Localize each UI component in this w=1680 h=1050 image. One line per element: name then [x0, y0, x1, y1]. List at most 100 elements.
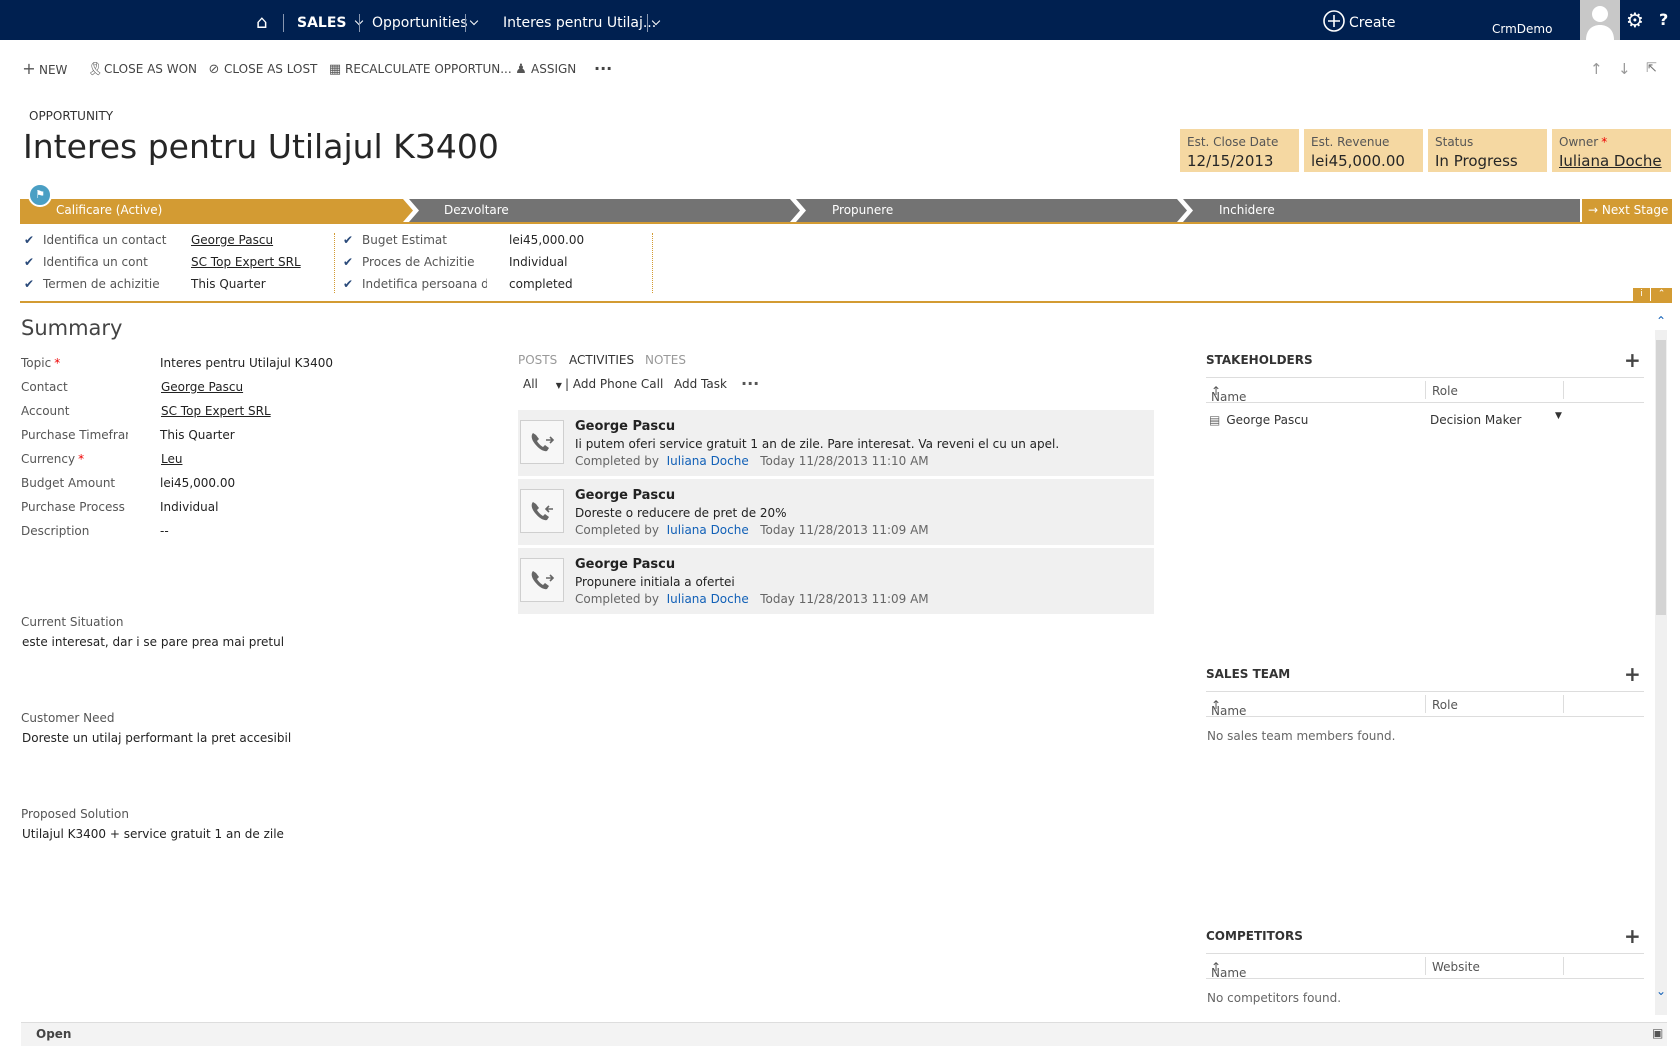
arrow-up-icon[interactable]: ↑ — [1590, 60, 1603, 78]
field-label-proposed-solution: Proposed Solution — [21, 807, 129, 821]
nav-entity-chevron[interactable] — [469, 0, 479, 40]
close-as-lost-button[interactable]: ⊘ CLOSE AS LOST — [207, 60, 318, 78]
nav-entity-opportunities[interactable]: Opportunities — [372, 0, 468, 40]
field-description[interactable]: -- — [160, 524, 169, 538]
activity-owner-link[interactable]: Iuliana Doche — [667, 454, 749, 468]
column-divider — [1425, 957, 1426, 975]
more-activity-actions-icon[interactable]: ··· — [741, 374, 759, 393]
arrow-down-icon[interactable]: ↓ — [1618, 60, 1631, 78]
column-header-name[interactable]: Name ↑ — [1211, 698, 1246, 718]
process-step[interactable]: ✔ Identifica un contact George Pascu — [24, 229, 273, 251]
activity-owner-link[interactable]: Iuliana Doche — [667, 592, 749, 606]
stakeholder-row[interactable]: ▤ George Pascu — [1209, 413, 1308, 427]
expand-icon[interactable]: ⇱ — [1646, 60, 1657, 78]
scrollbar-thumb[interactable] — [1656, 340, 1666, 615]
header-tile-owner[interactable]: Owner * Iuliana Doche — [1552, 129, 1671, 172]
process-step[interactable]: ✔ Indetifica persoana de completed — [343, 273, 573, 295]
process-stage-bar — [20, 199, 1580, 222]
info-icon[interactable]: i — [1633, 288, 1650, 301]
assign-button[interactable]: ♟ ASSIGN — [514, 60, 576, 78]
collapse-icon[interactable]: ⌃ — [1651, 288, 1672, 301]
field-purchase-process[interactable]: Individual — [160, 500, 218, 514]
activity-item[interactable]: George Pascu Propunere initiala a oferte… — [518, 548, 1154, 614]
add-sales-team-icon[interactable]: + — [1624, 664, 1641, 684]
home-icon[interactable]: ⌂ — [256, 0, 267, 40]
activity-description: Ii putem oferi service gratuit 1 an de z… — [575, 437, 1060, 451]
field-currency[interactable]: Leu — [161, 452, 182, 466]
field-topic[interactable]: Interes pentru Utilajul K3400 — [160, 356, 333, 370]
tile-value-link[interactable]: Iuliana Doche — [1559, 152, 1664, 170]
activity-filter[interactable]: All ▼ — [523, 377, 562, 391]
step-value[interactable]: lei45,000.00 — [509, 229, 584, 251]
gear-icon[interactable]: ⚙ — [1626, 0, 1644, 40]
header-tile-status[interactable]: Status In Progress — [1428, 129, 1547, 172]
activity-item[interactable]: George Pascu Ii putem oferi service grat… — [518, 410, 1154, 476]
caret-down-icon[interactable]: ▼ — [1555, 411, 1562, 421]
avatar[interactable] — [1580, 0, 1620, 40]
step-value[interactable]: Individual — [509, 251, 567, 273]
column-header-name[interactable]: Name ↑ — [1211, 960, 1246, 980]
add-task-link[interactable]: Add Task — [674, 377, 727, 391]
field-label-current-situation: Current Situation — [21, 615, 124, 629]
add-stakeholder-icon[interactable]: + — [1624, 350, 1641, 370]
column-header-website[interactable]: Website — [1432, 960, 1480, 974]
stakeholder-role[interactable]: Decision Maker — [1430, 413, 1521, 427]
help-icon[interactable]: ? — [1659, 0, 1668, 40]
activity-title[interactable]: George Pascu — [575, 557, 675, 572]
field-contact[interactable]: George Pascu — [161, 380, 243, 394]
scroll-up-icon[interactable]: ⌃ — [1655, 314, 1667, 328]
step-value[interactable]: SC Top Expert SRL — [191, 251, 301, 273]
field-label-customer-need: Customer Need — [21, 711, 115, 725]
column-header-name[interactable]: Name ↑ — [1211, 384, 1246, 404]
nav-record-title[interactable]: Interes pentru Utilaj... — [503, 0, 656, 40]
process-step[interactable]: ✔ Proces de Achizitie Individual — [343, 251, 567, 273]
close-as-won-button[interactable]: 🎗CLOSE AS WON — [87, 60, 197, 78]
step-label: Termen de achizitie — [43, 277, 160, 291]
column-header-role[interactable]: Role — [1432, 698, 1458, 712]
column-header-role[interactable]: Role — [1432, 384, 1458, 398]
tile-label: Status — [1435, 135, 1474, 149]
activity-title[interactable]: George Pascu — [575, 488, 675, 503]
field-purchase-timeframe[interactable]: This Quarter — [160, 428, 235, 442]
field-label-contact: Contact — [21, 380, 68, 394]
header-tile-close-date[interactable]: Est. Close Date 12/15/2013 — [1180, 129, 1299, 172]
process-step[interactable]: ✔ Identifica un cont SC Top Expert SRL — [24, 251, 301, 273]
tab-activities[interactable]: ACTIVITIES — [569, 353, 634, 367]
field-label-description: Description — [21, 524, 90, 538]
process-step[interactable]: ✔ Buget Estimat lei45,000.00 — [343, 229, 584, 251]
scroll-down-icon[interactable]: ⌄ — [1655, 984, 1667, 998]
activity-title[interactable]: George Pascu — [575, 419, 675, 434]
header-tile-revenue[interactable]: Est. Revenue lei45,000.00 — [1304, 129, 1423, 172]
column-divider — [1563, 695, 1564, 713]
field-account[interactable]: SC Top Expert SRL — [161, 404, 271, 418]
step-value[interactable]: completed — [509, 273, 573, 295]
add-competitor-icon[interactable]: + — [1624, 926, 1641, 946]
step-value[interactable]: George Pascu — [191, 229, 273, 251]
competitors-title: COMPETITORS — [1206, 929, 1303, 943]
flag-icon[interactable]: ⚑ — [28, 183, 52, 207]
phone-outgoing-icon — [520, 558, 564, 602]
nav-record-chevron[interactable] — [651, 0, 661, 40]
add-phone-call-link[interactable]: | Add Phone Call — [565, 377, 663, 391]
tab-notes[interactable]: NOTES — [645, 353, 686, 367]
new-button[interactable]: + NEW — [22, 60, 67, 78]
column-divider — [1425, 695, 1426, 713]
field-current-situation[interactable]: este interesat, dar i se pare prea mai p… — [22, 635, 284, 649]
create-button[interactable]: Create — [1323, 0, 1396, 40]
field-budget-amount[interactable]: lei45,000.00 — [160, 476, 235, 490]
next-stage-button[interactable]: → Next Stage — [1580, 199, 1672, 222]
nav-area-sales[interactable]: SALES — [297, 0, 364, 40]
field-proposed-solution[interactable]: Utilajul K3400 + service gratuit 1 an de… — [22, 827, 284, 841]
step-value[interactable]: This Quarter — [191, 273, 266, 295]
more-commands-icon[interactable]: ··· — [594, 60, 612, 78]
activity-owner-link[interactable]: Iuliana Doche — [667, 523, 749, 537]
save-icon[interactable]: ▣ — [1652, 1026, 1663, 1040]
process-step[interactable]: ✔ Termen de achizitie This Quarter — [24, 273, 266, 295]
column-divider — [1425, 381, 1426, 399]
field-customer-need[interactable]: Doreste un utilaj performant la pret acc… — [22, 731, 291, 745]
tab-posts[interactable]: POSTS — [518, 353, 557, 367]
user-name[interactable]: CrmDemo — [1492, 0, 1552, 40]
recalculate-button[interactable]: ▦ RECALCULATE OPPORTUN... — [328, 60, 512, 78]
check-icon: ✔ — [343, 255, 354, 269]
activity-item[interactable]: George Pascu Doreste o reducere de pret … — [518, 479, 1154, 545]
